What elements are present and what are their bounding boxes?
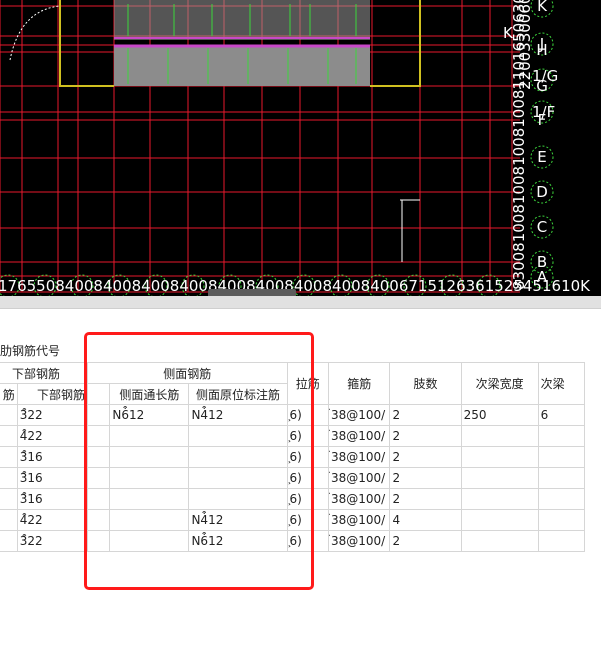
cell-sub-more[interactable] <box>537 467 586 489</box>
cell-bottom[interactable]: 3͒16 <box>16 488 89 510</box>
header-prev-column[interactable]: 筋 <box>0 383 18 405</box>
beam-block <box>114 46 370 86</box>
cad-drawing-canvas[interactable]: 1765508400840084008400840084008400840084… <box>0 0 601 296</box>
cell-bottom[interactable]: 4͒22 <box>16 509 89 531</box>
cell-prev[interactable] <box>0 467 18 489</box>
cell-legs[interactable]: 2 <box>389 488 462 510</box>
axis-label: F <box>537 111 547 129</box>
header-stirrup[interactable]: 箍筋 <box>327 362 391 405</box>
canvas-scroll-tab[interactable] <box>208 289 296 296</box>
panel-splitter[interactable] <box>0 296 601 309</box>
header-bottom-rebar-group: 下部钢筋 <box>0 362 89 384</box>
header-bottom-rebar[interactable]: 下部钢筋 <box>16 383 89 405</box>
cell-bottom[interactable]: 3͒16 <box>16 446 89 468</box>
cell-bottom[interactable]: 4͒22 <box>16 425 89 447</box>
header-sub-width[interactable]: 次梁宽度 <box>460 362 539 405</box>
beam-block <box>114 0 370 40</box>
wall-outline <box>370 0 421 87</box>
highlight-box <box>84 332 314 590</box>
axis-label: D <box>536 183 548 201</box>
cell-sub-width[interactable] <box>460 467 539 489</box>
axis-label: C <box>536 218 548 236</box>
cell-bottom[interactable]: 3͒22 <box>16 530 89 552</box>
cell-sub-width[interactable] <box>460 446 539 468</box>
axis-label: G <box>536 77 548 95</box>
axis-label: K <box>537 0 547 15</box>
axis-label: H <box>536 41 548 59</box>
cell-legs[interactable]: 2 <box>389 530 462 552</box>
wall-outline <box>59 0 114 87</box>
cell-sub-more[interactable] <box>537 488 586 510</box>
axis-label: E <box>537 148 547 166</box>
cad-overlay-label: K <box>503 24 513 42</box>
cell-sub-more[interactable] <box>537 446 586 468</box>
header-legs[interactable]: 肢数 <box>389 362 462 405</box>
cell-stirrup[interactable]: ͒38@100/ <box>327 488 391 510</box>
cell-sub-more[interactable] <box>537 530 586 552</box>
cell-stirrup[interactable]: ͒38@100/ <box>327 446 391 468</box>
cell-prev[interactable] <box>0 488 18 510</box>
cell-sub-more[interactable] <box>537 509 586 531</box>
cell-sub-width[interactable]: 250 <box>460 404 539 426</box>
cell-legs[interactable]: 2 <box>389 467 462 489</box>
group-title: 肋钢筋代号 <box>0 344 61 358</box>
axis-label: A <box>536 268 548 286</box>
cell-prev[interactable] <box>0 509 18 531</box>
cell-legs[interactable]: 2 <box>389 446 462 468</box>
cell-prev[interactable] <box>0 530 18 552</box>
cell-legs[interactable]: 2 <box>389 404 462 426</box>
cell-sub-width[interactable] <box>460 425 539 447</box>
cell-stirrup[interactable]: ͒38@100/ <box>327 530 391 552</box>
cell-sub-width[interactable] <box>460 509 539 531</box>
cell-legs[interactable]: 2 <box>389 425 462 447</box>
cell-legs[interactable]: 4 <box>389 509 462 531</box>
cell-bottom[interactable]: 3͒22 <box>16 404 89 426</box>
cell-prev[interactable] <box>0 425 18 447</box>
header-sub-more[interactable]: 次梁 <box>537 362 586 405</box>
cell-stirrup[interactable]: ͒38@100/ <box>327 509 391 531</box>
cell-stirrup[interactable]: ͒38@100/ <box>327 425 391 447</box>
cell-sub-more[interactable]: 6 <box>537 404 586 426</box>
cell-sub-width[interactable] <box>460 488 539 510</box>
cell-prev[interactable] <box>0 446 18 468</box>
cell-prev[interactable] <box>0 404 18 426</box>
cell-bottom[interactable]: 3͒16 <box>16 467 89 489</box>
cell-sub-width[interactable] <box>460 530 539 552</box>
cell-stirrup[interactable]: ͒38@100/ <box>327 404 391 426</box>
cell-stirrup[interactable]: ͒38@100/ <box>327 467 391 489</box>
cell-sub-more[interactable] <box>537 425 586 447</box>
